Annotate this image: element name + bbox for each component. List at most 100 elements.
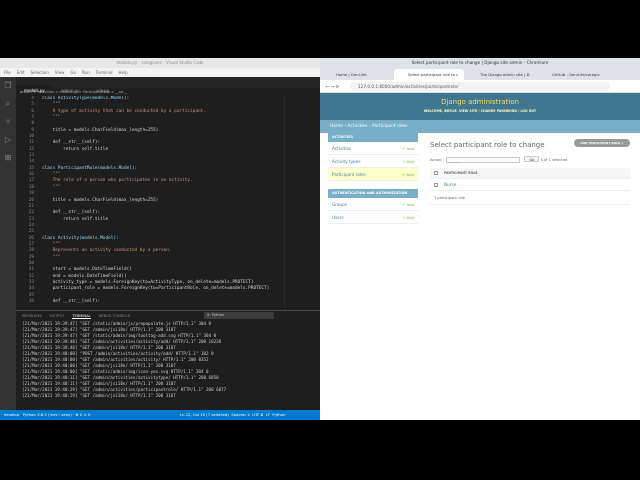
actions-row: Action: --------- Go 0 of 1 selected (430, 156, 630, 164)
terminal-select[interactable]: 2: Python (204, 312, 274, 319)
add-link[interactable]: + Add (402, 168, 414, 181)
sidebar-item-link[interactable]: Users (332, 215, 344, 220)
browser-title: Select participant role to change | Djan… (320, 58, 640, 68)
menu-item[interactable]: Selection (30, 70, 48, 75)
editor-tabs: models.py admin.py urls.py (16, 77, 320, 96)
menu-item[interactable]: Go (70, 70, 76, 75)
url-field[interactable]: 127.0.0.1:8000/admin/activities/particip… (350, 82, 610, 91)
chromium-window: Select participant role to change | Djan… (320, 58, 640, 420)
eol-status[interactable]: LF (266, 412, 270, 417)
admin-breadcrumbs[interactable]: Home › Activities › Participant roles (320, 120, 640, 133)
tab-django-admin[interactable]: The Django admin site | D (466, 69, 536, 80)
line-text: activity_type = models.ForeignKey(to=Act… (42, 279, 254, 285)
panel-tab[interactable]: OUTPUT (50, 314, 65, 318)
add-link[interactable]: + Add (402, 155, 414, 168)
browser-tabs: Home | Geni.life Select participant role… (320, 68, 640, 80)
indent-status[interactable]: Spaces: 4 (231, 412, 249, 417)
menu-bar: File Edit Selection View Go Run Terminal Help (0, 68, 320, 77)
row-link[interactable]: Nurse (444, 182, 456, 187)
sidebar-item: Activities + Add (328, 142, 418, 155)
go-button[interactable]: Go (524, 156, 540, 162)
address-bar: ← → ⟳ 127.0.0.1:8000/admin/activities/pa… (320, 80, 640, 93)
site-title[interactable]: Django administration (320, 93, 640, 106)
panel-tab[interactable]: TERMINAL (72, 314, 91, 319)
user-tools[interactable]: WELCOME, BRYLIE. VIEW SITE / CHANGE PASS… (320, 109, 640, 113)
cursor-position[interactable]: Ln 22, Col 15 (7 selected) (180, 412, 229, 417)
line-text: """ (42, 184, 61, 190)
panel-tab[interactable]: PROBLEMS (22, 314, 42, 318)
action-label: Action: (430, 158, 443, 162)
action-select[interactable]: --------- (446, 157, 521, 164)
run-icon[interactable]: ▷ (0, 131, 16, 149)
search-icon[interactable]: ⌕ (0, 95, 16, 113)
line-text: title = models.CharField(max_length=255) (42, 127, 159, 133)
line-text: A type of activity that can be conducted… (42, 108, 206, 114)
line-text: return self.title (42, 216, 109, 222)
line-text: The role of a person who participates in… (42, 178, 193, 184)
nav-buttons-icon[interactable]: ← → ⟳ (320, 84, 339, 89)
extensions-icon[interactable]: ⊞ (0, 149, 16, 167)
tab-home[interactable]: Home | Geni.life (322, 69, 392, 80)
select-all-checkbox[interactable] (434, 171, 438, 175)
line-text: participant_role = models.ForeignKey(to=… (42, 286, 270, 292)
explorer-icon[interactable]: ❐ (0, 77, 16, 95)
sidebar-item: Groups + Add (328, 198, 418, 211)
selection-counter: 0 of 1 selected (540, 158, 568, 162)
module-header[interactable]: AUTHENTICATION AND AUTHORIZATION (328, 189, 418, 198)
module-header[interactable]: ACTIVITIES (328, 133, 418, 142)
sidebar-item-link[interactable]: Participant roles (332, 172, 366, 177)
language-status[interactable]: Python (272, 412, 285, 417)
sidebar-item: Activity types + Add (328, 155, 418, 168)
line-text: """ (42, 241, 61, 247)
line-text: class ActivityType(models.Model): (42, 96, 130, 101)
row-checkbox[interactable] (434, 183, 438, 187)
line-text: """ (42, 172, 61, 178)
sidebar-item-link[interactable]: Activity types (332, 159, 361, 164)
line-text: def __str__(self): (42, 140, 101, 146)
sidebar-item-link[interactable]: Groups (332, 202, 347, 207)
encoding-status[interactable]: UTF-8 (252, 412, 263, 417)
terminal-output[interactable]: [21/Mar/2021 19:39:47] "GET /static/admi… (16, 321, 320, 399)
sidebar-item: Participant roles + Add (328, 168, 418, 181)
sidebar-item-link[interactable]: Activities (332, 146, 351, 151)
sidebar-item: Users + Add (328, 211, 418, 224)
line-text: class ParticipantRole(models.Model): (42, 165, 138, 171)
line-text: end = models.DateTimeField() (42, 273, 127, 279)
tab-github[interactable]: GitHub - GeniLife/caregiv (538, 69, 608, 80)
line-text: def __str__(self): (42, 299, 101, 304)
admin-nav-sidebar: ACTIVITIES Activities + Add Activity types +… (328, 133, 418, 224)
menu-item[interactable]: Terminal (96, 70, 113, 75)
result-count: 1 participant role (430, 191, 630, 205)
minimap[interactable] (284, 96, 320, 310)
panel-tab[interactable]: DEBUG CONSOLE (99, 314, 130, 318)
terminal-panel: PROBLEMS OUTPUT TERMINAL DEBUG CONSOLE 2: P… (16, 310, 320, 410)
line-text: """ (42, 102, 61, 108)
line-text: title = models.CharField(max_length=255) (42, 197, 159, 203)
code-line: 34 participant_role = models.ForeignKey(… (16, 286, 284, 292)
menu-item[interactable]: Help (119, 70, 128, 75)
column-participant-role[interactable]: PARTICIPANT ROLE (444, 171, 478, 175)
python-status[interactable]: Python 3.8.5 ('env': venv) (23, 412, 72, 417)
menu-item[interactable]: Edit (17, 70, 25, 75)
line-text: start = models.DateTimeField() (42, 267, 132, 273)
add-participant-role-button[interactable]: ADD PARTICIPANT ROLE + (574, 139, 630, 147)
branch-status[interactable]: develop (4, 412, 19, 417)
line-text: Represents an activity conducted by a pe… (42, 248, 172, 254)
line-text: """ (42, 254, 61, 260)
menu-item[interactable]: File (4, 70, 11, 75)
menu-item[interactable]: View (55, 70, 65, 75)
add-link[interactable]: + Add (402, 142, 414, 155)
line-text: class Activity(models.Model): (42, 235, 119, 241)
django-header: Django administration WELCOME, BRYLIE. V… (320, 93, 640, 120)
add-link[interactable]: + Add (402, 211, 414, 224)
problems-status[interactable]: ⊗ 0 ⚠ 0 (75, 412, 90, 417)
breadcrumb[interactable]: project > activities > models.py > Parti… (16, 88, 284, 96)
source-control-icon[interactable]: ⑂ (0, 113, 16, 131)
add-link[interactable]: + Add (402, 198, 414, 211)
panel-tabs: PROBLEMS OUTPUT TERMINAL DEBUG CONSOLE (16, 311, 320, 321)
line-text: """ (42, 115, 61, 121)
tab-participant-roles[interactable]: Select participant role to c (394, 69, 464, 80)
menu-item[interactable]: Run (82, 70, 90, 75)
code-editor[interactable]: 4 class ActivityType(models.Model): 5 """ 6… (16, 96, 284, 310)
table-row: Nurse (430, 179, 630, 191)
